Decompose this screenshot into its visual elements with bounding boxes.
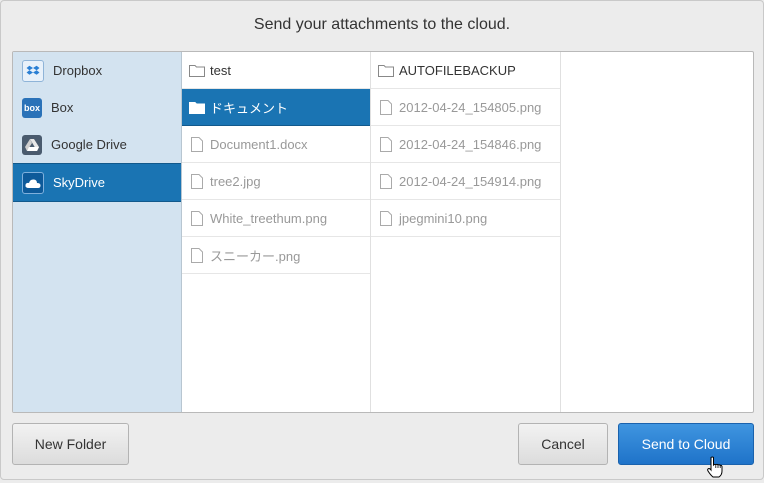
hand-cursor-icon	[706, 456, 724, 483]
file-icon	[378, 173, 394, 189]
service-label: Dropbox	[53, 63, 103, 78]
google-drive-icon	[22, 134, 42, 155]
file-icon	[189, 173, 205, 189]
item-label: Document1.docx	[210, 136, 308, 152]
folder-column-2: AUTOFILEBACKUP 2012-04-24_154805.png 201…	[371, 52, 561, 412]
folder-icon	[378, 62, 394, 78]
file-browser: Dropbox box Box Google Drive SkyDrive te…	[12, 51, 754, 413]
list-item[interactable]: test	[182, 52, 370, 89]
box-icon: box	[22, 97, 42, 118]
file-icon	[189, 136, 205, 152]
dropbox-icon	[22, 59, 44, 82]
item-label: 2012-04-24_154805.png	[399, 99, 542, 115]
list-item[interactable]: 2012-04-24_154846.png	[371, 126, 560, 163]
list-item[interactable]: White_treethum.png	[182, 200, 370, 237]
cancel-button[interactable]: Cancel	[518, 423, 608, 465]
folder-icon	[189, 99, 205, 115]
folder-icon	[189, 62, 205, 78]
service-list: Dropbox box Box Google Drive SkyDrive	[13, 52, 182, 412]
file-icon	[378, 136, 394, 152]
list-item[interactable]: 2012-04-24_154914.png	[371, 163, 560, 200]
service-item-google-drive[interactable]: Google Drive	[13, 126, 181, 163]
new-folder-button[interactable]: New Folder	[12, 423, 129, 465]
service-item-dropbox[interactable]: Dropbox	[13, 52, 181, 89]
service-label: Box	[51, 100, 74, 115]
item-label: 2012-04-24_154846.png	[399, 136, 542, 152]
service-label: Google Drive	[51, 137, 127, 152]
dialog-title: Send your attachments to the cloud.	[253, 16, 511, 33]
folder-column-3	[561, 52, 752, 412]
list-item[interactable]: AUTOFILEBACKUP	[371, 52, 560, 89]
send-to-cloud-button[interactable]: Send to Cloud	[618, 423, 754, 465]
list-item[interactable]: Document1.docx	[182, 126, 370, 163]
list-item[interactable]: ドキュメント	[182, 89, 370, 126]
file-icon	[189, 210, 205, 226]
item-label: ドキュメント	[210, 100, 289, 116]
service-item-box[interactable]: box Box	[13, 89, 181, 126]
service-label: SkyDrive	[53, 175, 106, 190]
list-item[interactable]: jpegmini10.png	[371, 200, 560, 237]
item-label: test	[210, 62, 231, 78]
file-icon	[378, 99, 394, 115]
list-item[interactable]: tree2.jpg	[182, 163, 370, 200]
send-to-cloud-dialog: Send your attachments to the cloud. Drop…	[0, 0, 764, 480]
item-label: White_treethum.png	[210, 210, 328, 226]
service-item-skydrive[interactable]: SkyDrive	[13, 163, 181, 202]
list-item[interactable]: 2012-04-24_154805.png	[371, 89, 560, 126]
folder-column-1: test ドキュメント Document1.docx tree2.jpg Whi…	[182, 52, 371, 412]
item-label: 2012-04-24_154914.png	[399, 173, 542, 189]
item-label: jpegmini10.png	[399, 210, 488, 226]
item-label: AUTOFILEBACKUP	[399, 62, 516, 78]
skydrive-icon	[22, 171, 44, 194]
file-icon	[378, 210, 394, 226]
item-label: スニーカー.png	[210, 248, 301, 264]
item-label: tree2.jpg	[210, 173, 261, 189]
file-icon	[189, 247, 205, 263]
list-item[interactable]: スニーカー.png	[182, 237, 370, 274]
